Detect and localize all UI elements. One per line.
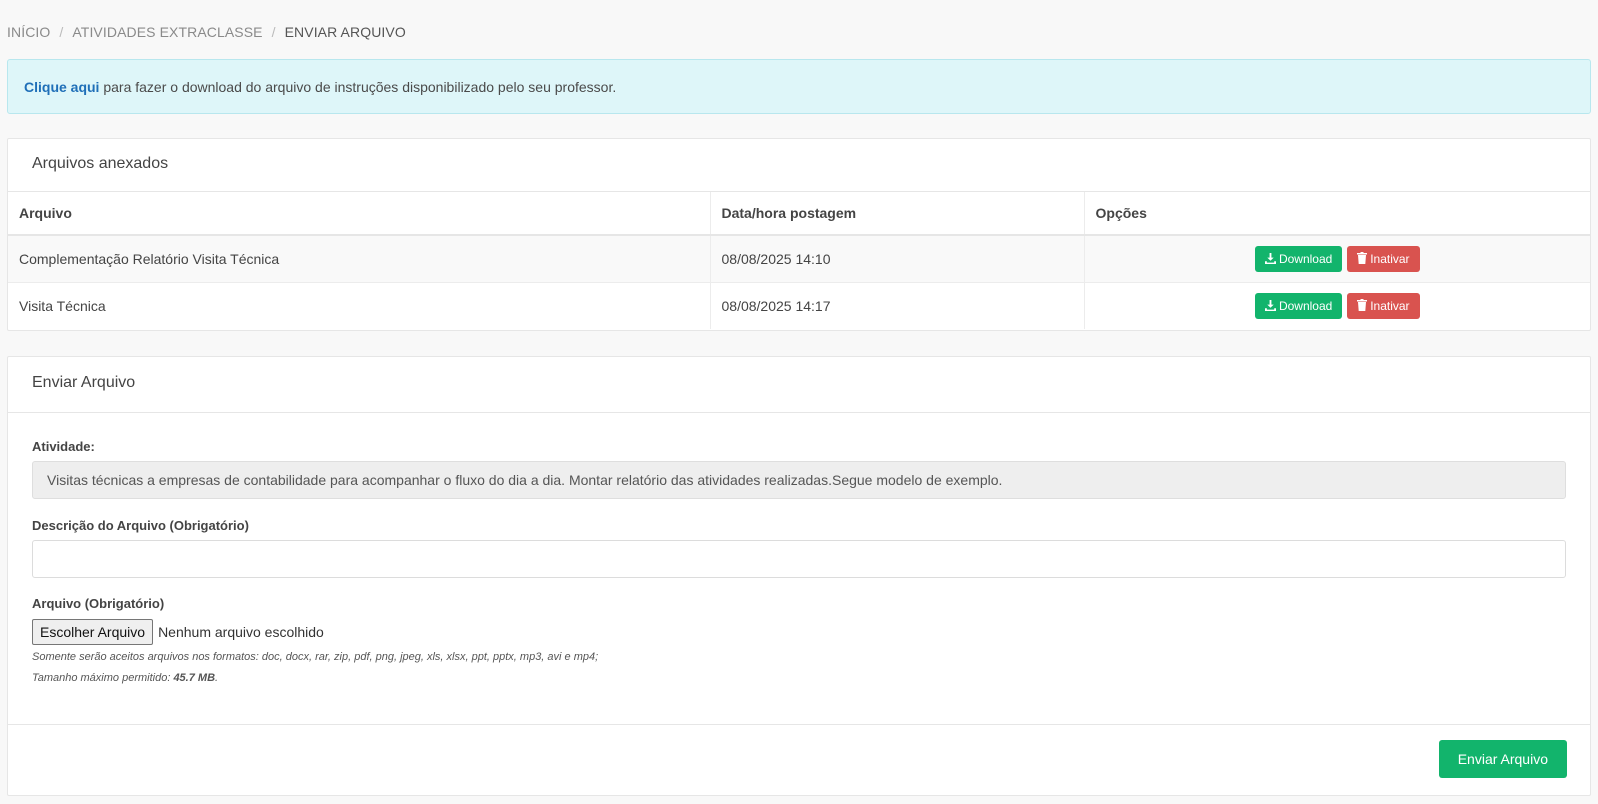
description-label: Descrição do Arquivo (Obrigatório) xyxy=(32,518,249,533)
attachments-title: Arquivos anexados xyxy=(8,139,1590,192)
column-header-data: Data/hora postagem xyxy=(710,192,1085,235)
trash-icon xyxy=(1357,251,1368,264)
download-instructions-link[interactable]: Clique aqui xyxy=(24,79,99,95)
file-picker: Escolher Arquivo Nenhum arquivo escolhid… xyxy=(32,619,1566,645)
attachments-panel: Arquivos anexados Arquivo Data/hora post… xyxy=(7,138,1591,331)
breadcrumb-item-atividades[interactable]: ATIVIDADES EXTRACLASSE xyxy=(72,24,262,40)
breadcrumb-item-inicio[interactable]: INÍCIO xyxy=(7,24,50,40)
column-header-opcoes: Opções xyxy=(1095,205,1147,221)
options-cell: Download Inativar xyxy=(1084,282,1590,329)
size-hint-value: 45.7 MB xyxy=(173,672,216,684)
activity-text: Visitas técnicas a empresas de contabili… xyxy=(32,461,1566,499)
size-hint-suffix: . xyxy=(215,672,219,684)
download-label: Download xyxy=(1278,298,1333,313)
description-input[interactable] xyxy=(32,540,1566,578)
table-header-row: Arquivo Data/hora postagem Opções xyxy=(8,192,1590,235)
inactivate-label: Inativar xyxy=(1370,298,1410,313)
options-cell: Download Inativar xyxy=(1084,235,1590,282)
instructions-alert: Clique aqui para fazer o download do arq… xyxy=(7,59,1591,114)
alert-text: para fazer o download do arquivo de inst… xyxy=(99,79,617,95)
datetime-cell: 08/08/2025 14:17 xyxy=(710,282,1085,329)
inactivate-label: Inativar xyxy=(1370,251,1410,266)
file-name-cell: Complementação Relatório Visita Técnica xyxy=(8,235,711,282)
inactivate-button[interactable]: Inativar xyxy=(1347,245,1420,272)
table-row: Complementação Relatório Visita Técnica … xyxy=(8,235,1590,282)
inactivate-button[interactable]: Inativar xyxy=(1347,292,1420,319)
breadcrumb-separator: / xyxy=(271,24,276,40)
file-status: Nenhum arquivo escolhido xyxy=(158,624,324,640)
upload-footer: Enviar Arquivo xyxy=(8,725,1590,795)
file-name-cell: Visita Técnica xyxy=(8,282,711,329)
table-row: Visita Técnica 08/08/2025 14:17 Download… xyxy=(8,282,1590,329)
datetime-cell: 08/08/2025 14:10 xyxy=(710,235,1085,282)
attachments-table: Arquivo Data/hora postagem Opções Comple… xyxy=(8,192,1590,329)
size-hint-prefix: Tamanho máximo permitido: xyxy=(32,672,174,684)
breadcrumb: INÍCIO / ATIVIDADES EXTRACLASSE / ENVIAR ARQ… xyxy=(7,24,406,40)
upload-form: Atividade: Visitas técnicas a empresas d… xyxy=(8,413,1590,725)
upload-panel: Enviar Arquivo Atividade: Visitas técnic… xyxy=(7,356,1591,796)
choose-file-button[interactable]: Escolher Arquivo xyxy=(32,619,154,645)
breadcrumb-separator: / xyxy=(59,24,64,40)
trash-icon xyxy=(1357,298,1368,311)
submit-button[interactable]: Enviar Arquivo xyxy=(1438,740,1567,778)
size-hint: Tamanho máximo permitido: 45.7 MB. xyxy=(32,668,1566,689)
download-button[interactable]: Download xyxy=(1254,292,1343,319)
download-button[interactable]: Download xyxy=(1254,245,1343,272)
breadcrumb-current: ENVIAR ARQUIVO xyxy=(284,24,406,40)
file-label: Arquivo (Obrigatório) xyxy=(32,596,165,611)
download-icon xyxy=(1264,299,1276,311)
formats-hint: Somente serão aceitos arquivos nos forma… xyxy=(32,651,599,663)
upload-title: Enviar Arquivo xyxy=(8,357,1590,413)
download-icon xyxy=(1264,252,1276,264)
column-header-arquivo: Arquivo xyxy=(8,192,711,235)
activity-label: Atividade: xyxy=(32,439,95,454)
download-label: Download xyxy=(1278,251,1333,266)
